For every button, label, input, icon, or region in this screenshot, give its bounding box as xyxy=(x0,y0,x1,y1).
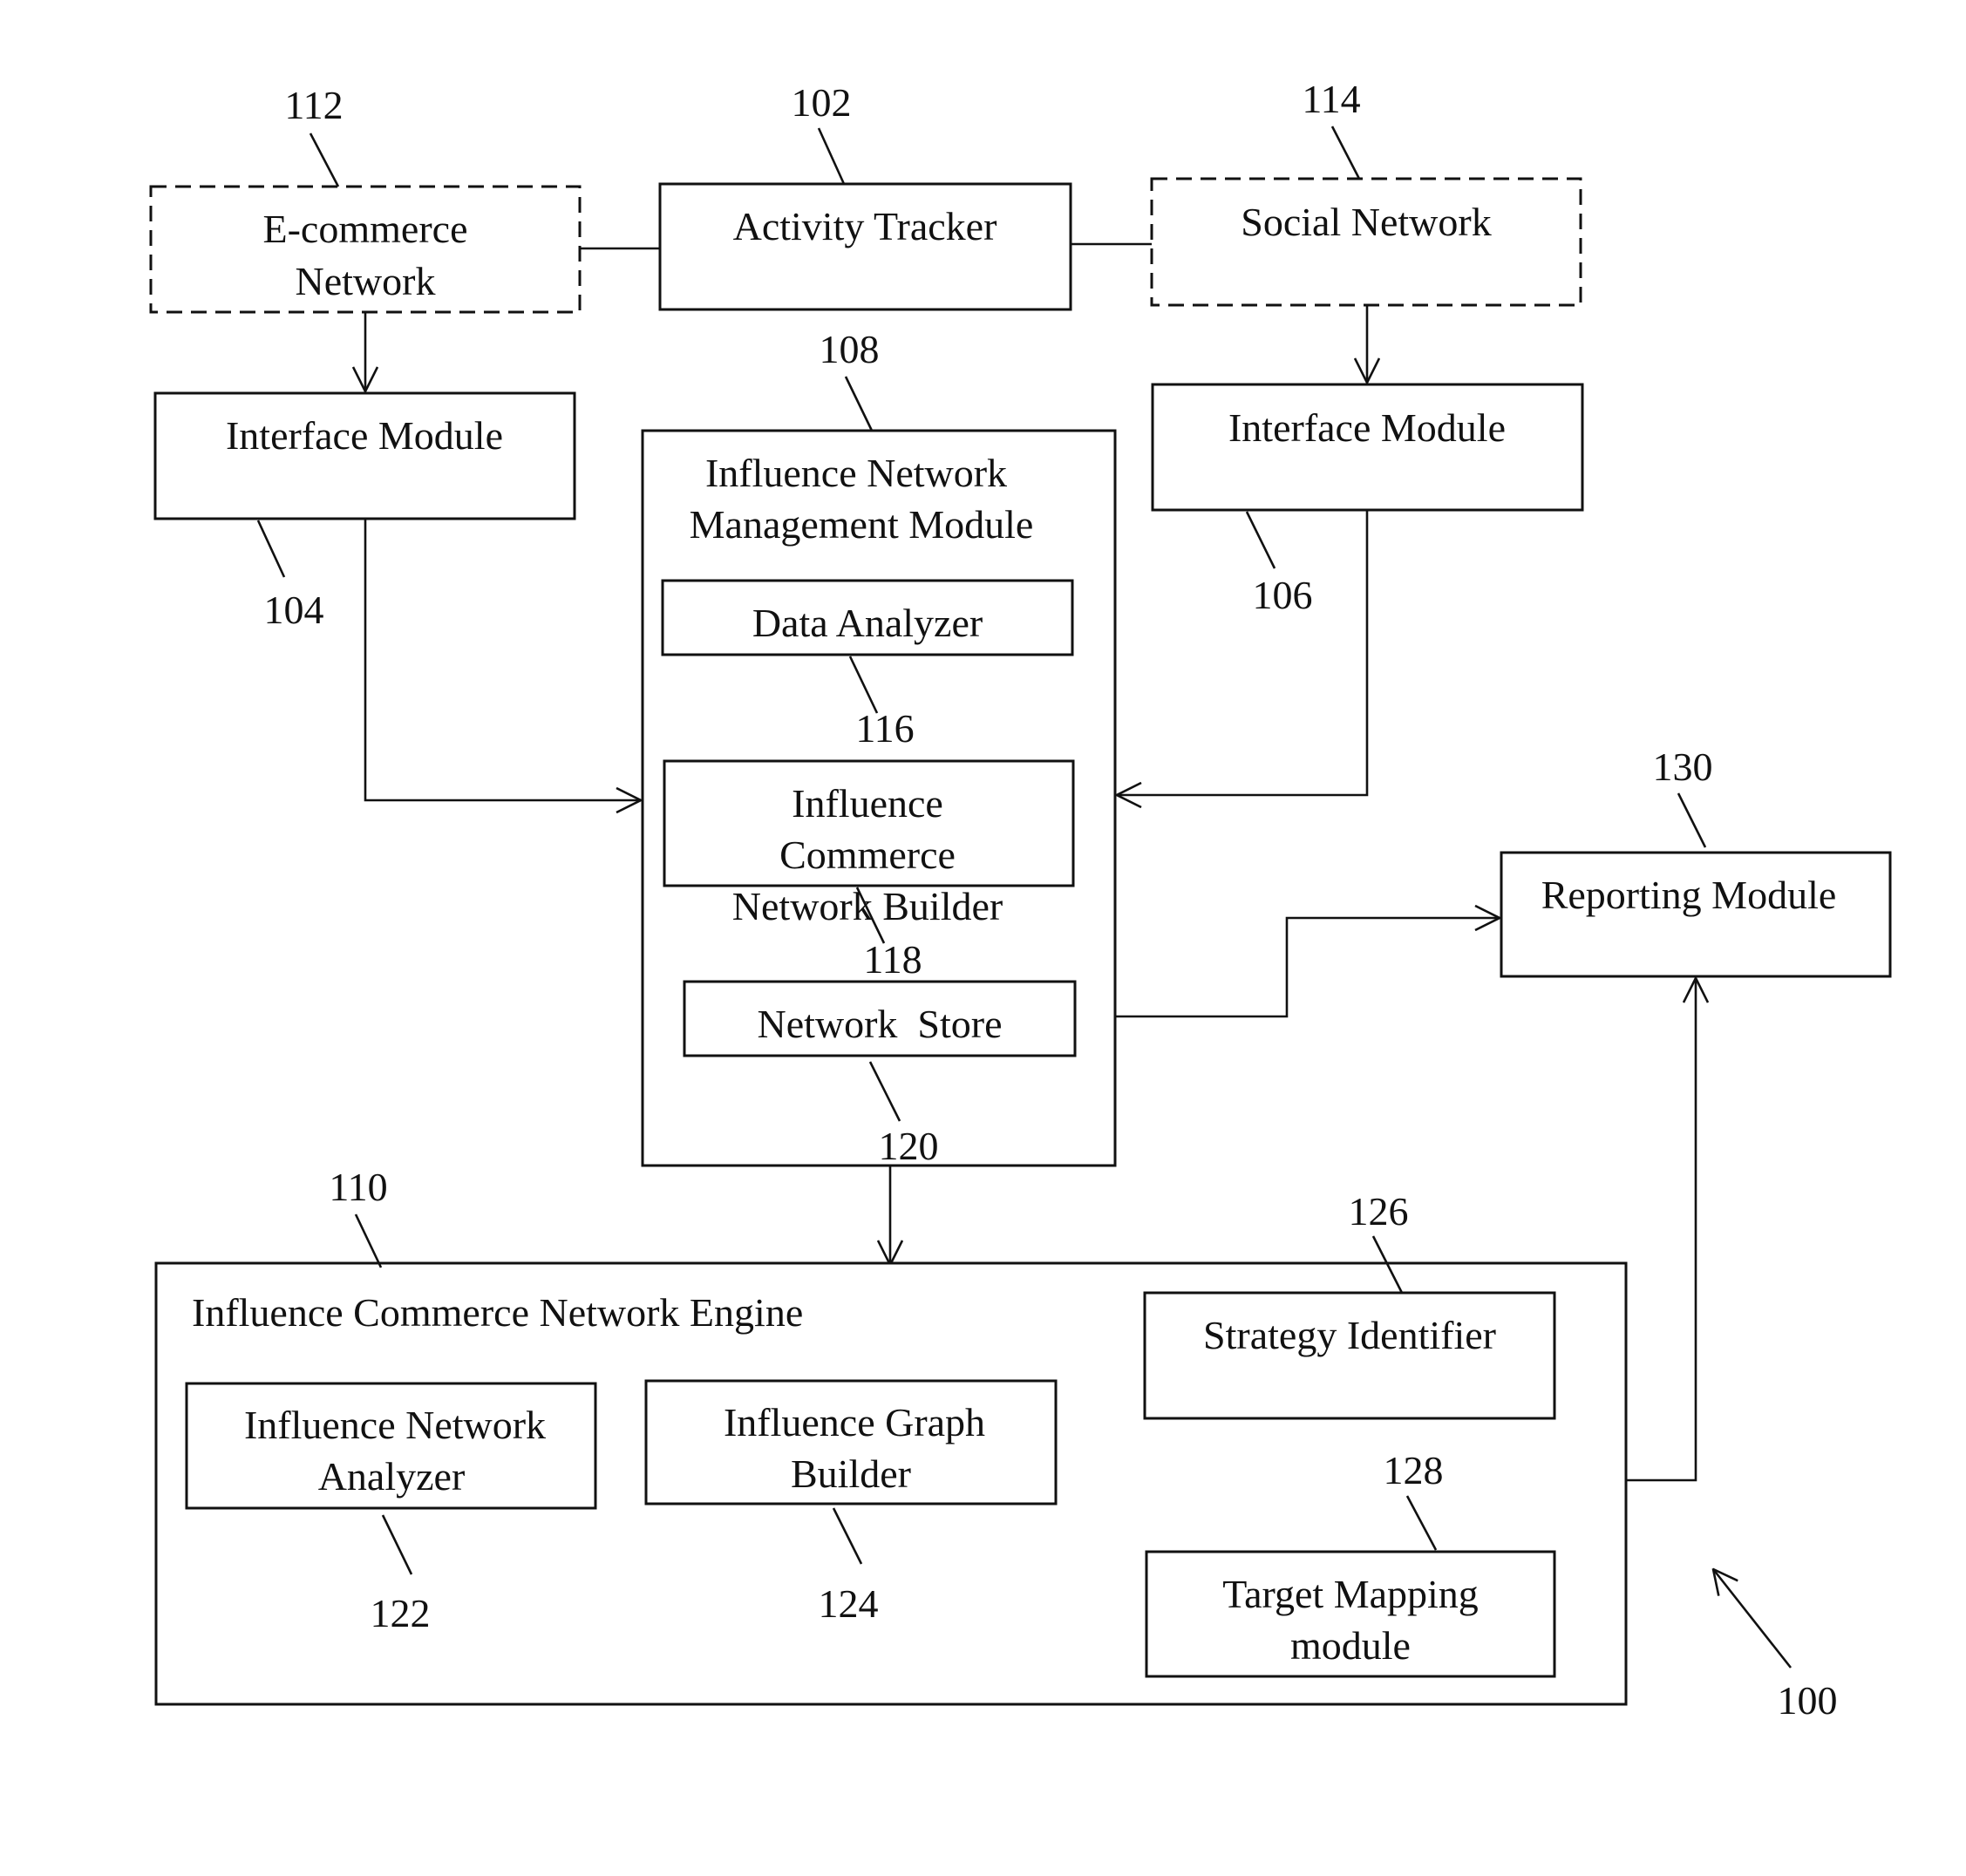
block-label: Influence xyxy=(792,781,943,826)
block-data-analyzer: Data Analyzer xyxy=(661,579,1074,656)
block-influence-network-analyzer: Influence Network Analyzer xyxy=(185,1382,597,1510)
block-label: Commerce xyxy=(779,833,956,877)
ref-116: 116 xyxy=(855,706,914,751)
block-label: Analyzer xyxy=(318,1454,466,1499)
block-influence-graph-builder: Influence Graph Builder xyxy=(644,1379,1058,1506)
block-label: Influence Network xyxy=(244,1403,546,1447)
ref-124: 124 xyxy=(819,1581,879,1626)
arrow-interface-left-to-inmm xyxy=(364,519,641,800)
ref-102: 102 xyxy=(792,80,852,125)
block-label: Social Network xyxy=(1241,200,1491,244)
ref-130: 130 xyxy=(1653,744,1713,789)
block-strategy-identifier: Strategy Identifier xyxy=(1143,1291,1556,1420)
arrow-interface-right-to-inmm xyxy=(1117,510,1369,795)
block-social-network: Social Network xyxy=(1150,177,1582,307)
ref-114: 114 xyxy=(1302,77,1360,121)
block-label: Management Module xyxy=(690,502,1034,547)
ref-104: 104 xyxy=(264,588,324,632)
block-label: module xyxy=(1290,1623,1411,1668)
ref-108: 108 xyxy=(820,327,880,371)
arrow-system-ref xyxy=(1713,1569,1793,1669)
ref-106: 106 xyxy=(1253,573,1313,617)
ref-128: 128 xyxy=(1384,1448,1444,1492)
block-reporting-module: Reporting Module xyxy=(1500,851,1892,978)
ref-110: 110 xyxy=(329,1165,387,1209)
ref-126: 126 xyxy=(1349,1189,1409,1234)
block-label: Network xyxy=(296,259,436,303)
ref-120: 120 xyxy=(879,1124,939,1168)
arrow-engine-to-reporting xyxy=(1626,978,1696,1482)
block-label: Data Analyzer xyxy=(752,601,983,645)
block-target-mapping-module: Target Mapping module xyxy=(1145,1550,1556,1678)
block-label: Interface Module xyxy=(226,413,503,458)
arrow-store-to-reporting xyxy=(1075,918,1500,1018)
block-interface-module-right: Interface Module xyxy=(1151,383,1584,512)
block-ecommerce-network: E-commerce Network xyxy=(149,185,582,314)
block-label: Interface Module xyxy=(1228,405,1506,450)
block-label: Influence Network xyxy=(705,451,1007,495)
block-label: Strategy Identifier xyxy=(1203,1313,1496,1357)
block-network-store: Network Store xyxy=(683,980,1077,1057)
ref-122: 122 xyxy=(371,1591,431,1635)
system-diagram: E-commerce Network Activity Tracker Soci… xyxy=(149,77,1892,1723)
block-label: Reporting Module xyxy=(1541,873,1837,917)
ref-118: 118 xyxy=(863,937,922,982)
block-label: Builder xyxy=(791,1451,911,1496)
block-label: E-commerce xyxy=(263,207,468,251)
block-label: Network Store xyxy=(757,1002,1002,1046)
block-label: Network Builder xyxy=(732,884,1003,928)
block-label: Target Mapping xyxy=(1222,1572,1479,1616)
ref-112: 112 xyxy=(284,83,343,127)
block-label: Influence Commerce Network Engine xyxy=(192,1290,803,1335)
block-activity-tracker: Activity Tracker xyxy=(658,182,1072,311)
block-label: Activity Tracker xyxy=(733,204,997,248)
block-interface-module-left: Interface Module xyxy=(153,391,576,520)
block-label: Influence Graph xyxy=(724,1400,985,1444)
ref-100: 100 xyxy=(1778,1678,1838,1723)
